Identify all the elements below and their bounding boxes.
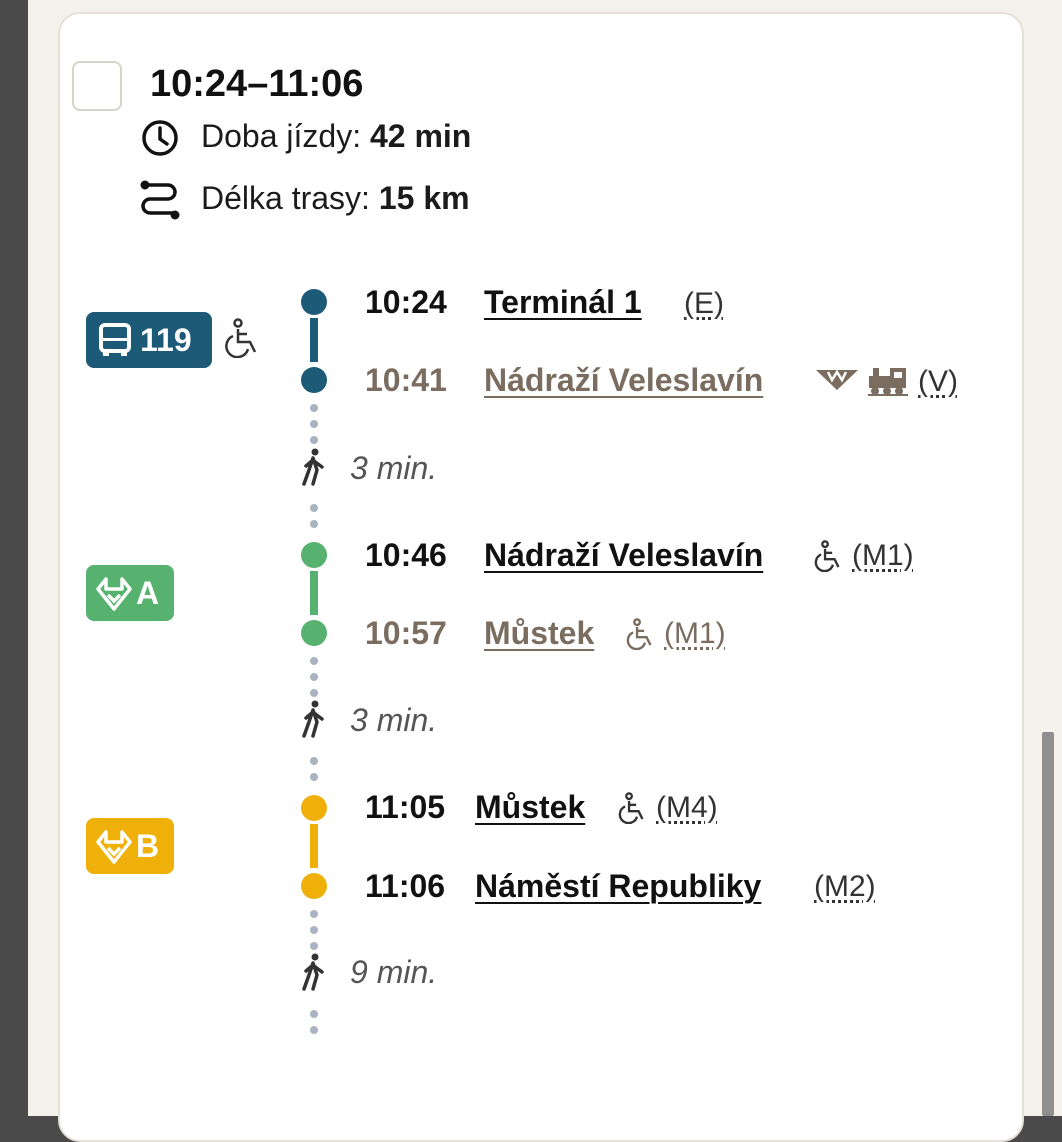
walk-path-dot xyxy=(310,520,318,528)
route-line-segment xyxy=(310,824,318,868)
walk-duration: 3 min. xyxy=(350,702,438,738)
walk-path-dot xyxy=(310,1010,318,1018)
stop-dot xyxy=(301,542,327,568)
stop-dot xyxy=(301,873,327,899)
duration-row: Doba jízdy: 42 min xyxy=(201,116,471,156)
distance-row: Délka trasy: 15 km xyxy=(201,178,470,218)
distance-value: 15 km xyxy=(378,180,470,216)
arrival-time: 10:57 xyxy=(365,615,447,651)
stop-name-link[interactable]: Terminál 1 xyxy=(484,282,642,322)
line-number: 119 xyxy=(140,322,192,358)
zone-label[interactable]: (M1) xyxy=(852,536,914,576)
wheelchair-accessible-icon xyxy=(618,792,644,824)
walk-path-dot xyxy=(310,689,318,697)
train-icon xyxy=(868,368,908,396)
walking-icon xyxy=(302,448,324,486)
zone-label[interactable]: (V) xyxy=(918,362,958,402)
stop-name-link[interactable]: Nádraží Veleslavín xyxy=(484,360,763,400)
bus-icon xyxy=(99,323,131,356)
stop-name-link[interactable]: Můstek xyxy=(484,613,594,653)
walk-duration: 9 min. xyxy=(350,954,438,990)
walk-path-dot xyxy=(310,926,318,934)
walk-path-dot xyxy=(310,773,318,781)
zone-label[interactable]: (M4) xyxy=(656,788,718,828)
duration-label: Doba jízdy: xyxy=(201,118,362,154)
stop-dot xyxy=(301,289,327,315)
line-letter: A xyxy=(136,575,160,611)
walking-icon xyxy=(302,953,324,991)
stop-dot xyxy=(301,620,327,646)
walk-path-dot xyxy=(310,420,318,428)
route-icon xyxy=(140,180,180,220)
stop-dot xyxy=(301,367,327,393)
walk-path-dot xyxy=(310,436,318,444)
arrival-time: 10:41 xyxy=(365,362,447,398)
metro-icon xyxy=(816,369,858,390)
walking-icon xyxy=(302,700,324,738)
zone-label[interactable]: (M2) xyxy=(814,867,876,907)
zone-label[interactable]: (E) xyxy=(684,284,724,324)
metro-icon xyxy=(96,830,132,864)
line-badge-metro-a[interactable]: A xyxy=(86,565,174,621)
stop-name-link[interactable]: Náměstí Republiky xyxy=(475,866,761,906)
walk-path-dot xyxy=(310,757,318,765)
walk-path-dot xyxy=(310,942,318,950)
select-connection-checkbox[interactable] xyxy=(72,61,122,111)
clock-icon xyxy=(142,120,178,156)
duration-value: 42 min xyxy=(369,118,472,154)
wheelchair-accessible-icon xyxy=(225,318,257,358)
walk-path-dot xyxy=(310,1026,318,1034)
line-badge-bus-119[interactable]: 119 xyxy=(86,312,212,368)
walk-path-dot xyxy=(310,657,318,665)
departure-time: 10:46 xyxy=(365,537,447,573)
wheelchair-accessible-icon xyxy=(626,618,652,650)
line-badge-metro-b[interactable]: B xyxy=(86,818,174,874)
departure-time: 11:05 xyxy=(365,789,446,825)
route-line-segment xyxy=(310,318,318,362)
departure-time: 10:24 xyxy=(365,284,447,320)
walk-path-dot xyxy=(310,404,318,412)
wheelchair-accessible-icon xyxy=(814,540,840,572)
stop-name-link[interactable]: Můstek xyxy=(475,787,585,827)
metro-icon xyxy=(96,577,132,611)
arrival-time: 11:06 xyxy=(365,868,446,904)
distance-label: Délka trasy: xyxy=(201,180,370,216)
zone-label[interactable]: (M1) xyxy=(664,614,726,654)
stop-dot xyxy=(301,795,327,821)
walk-duration: 3 min. xyxy=(350,450,438,486)
route-line-segment xyxy=(310,571,318,615)
stop-name-link[interactable]: Nádraží Veleslavín xyxy=(484,535,763,575)
walk-path-dot xyxy=(310,504,318,512)
line-letter: B xyxy=(136,828,160,864)
walk-path-dot xyxy=(310,910,318,918)
connection-time-range: 10:24–11:06 xyxy=(150,63,364,105)
walk-path-dot xyxy=(310,673,318,681)
scrollbar-thumb[interactable] xyxy=(1042,732,1054,1116)
